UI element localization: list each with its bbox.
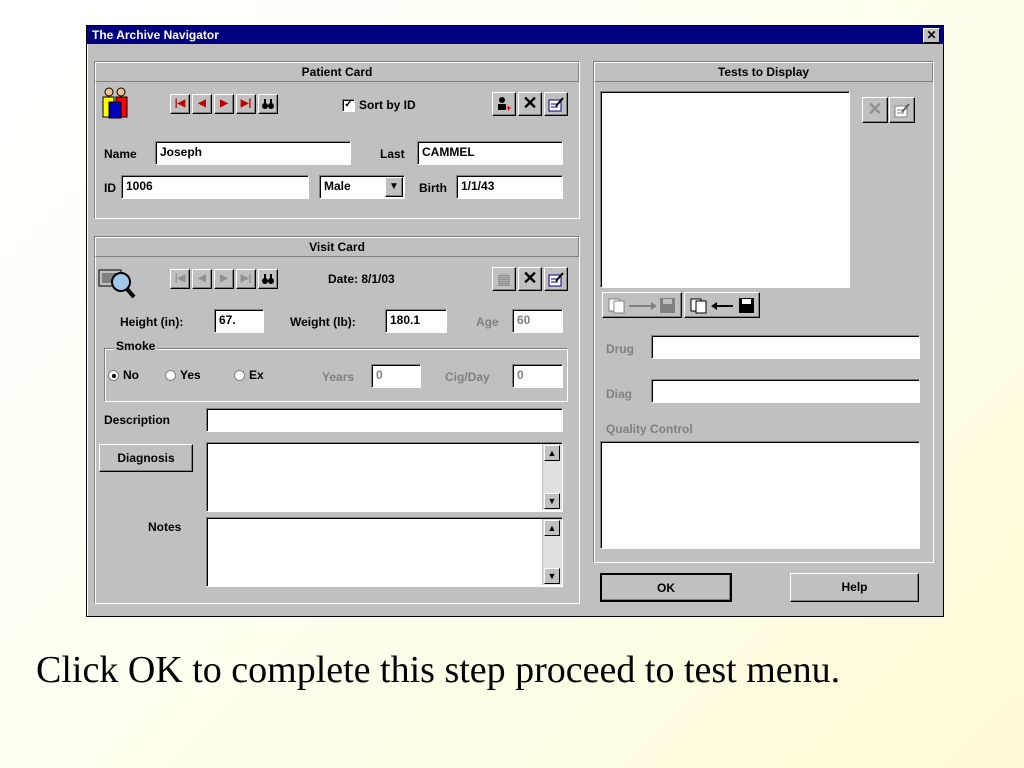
svg-text:+: + [506,103,511,112]
description-field[interactable] [206,408,563,432]
edit-patient-button[interactable] [544,92,568,116]
title-bar: The Archive Navigator ✕ [87,26,943,44]
binoculars-icon [262,274,274,284]
edit-visit-button[interactable] [544,267,568,291]
copy-to-disk-icon [608,298,675,314]
name-label-text: Name [104,147,137,161]
birth-label: Birth [419,181,447,195]
scroll-up-icon[interactable]: ▲ [544,520,560,536]
sex-select-value: Male [324,179,351,193]
add-visit-button[interactable]: ▤ [492,267,516,291]
delete-patient-button[interactable]: ✕ [518,92,542,116]
find-patient-button[interactable] [258,94,278,114]
years-field[interactable]: 0 [371,364,421,388]
drug-field[interactable] [651,335,920,359]
tests-edit-button[interactable] [889,97,915,123]
scroll-down-icon[interactable]: ▼ [544,493,560,509]
diagnosis-textarea[interactable] [206,442,563,512]
birth-field[interactable]: 1/1/43 [456,175,563,199]
copy-from-disk-icon [690,298,754,314]
smoke-label: Smoke [114,339,158,353]
id-label: ID [104,181,116,195]
archive-navigator-window: The Archive Navigator ✕ Patient Card |◀ … [86,25,944,617]
visit-card-header: Visit Card [95,237,579,257]
notes-label: Notes [148,520,182,534]
age-label: Age [476,315,499,329]
last-name-field[interactable]: CAMMEL [417,141,563,165]
slide-caption: Click OK to complete this step proceed t… [36,649,841,691]
tests-list[interactable] [600,91,850,288]
smoke-ex-radio[interactable] [234,370,245,381]
weight-field[interactable]: 180.1 [385,309,447,333]
notes-textarea[interactable] [206,517,563,587]
edit-note-icon [548,272,564,287]
tests-header: Tests to Display [594,62,933,82]
sex-dropdown-arrow-icon[interactable]: ▼ [385,177,403,197]
visit-last-button[interactable]: ▶| [236,269,256,289]
notes-scrollbar[interactable]: ▲ ▼ [542,519,562,585]
scroll-up-icon[interactable]: ▲ [544,445,560,461]
smoke-ex-label: Ex [249,368,264,382]
delete-visit-button[interactable]: ✕ [518,267,542,291]
visit-first-button[interactable]: |◀ [170,269,190,289]
visit-date: Date: 8/1/03 [328,272,395,286]
prev-record-button[interactable]: ◀ [192,94,212,114]
cig-per-day-label: Cig/Day [445,370,490,384]
description-label: Description [104,413,171,427]
diagnosis-scrollbar[interactable]: ▲ ▼ [542,444,562,510]
binoculars-icon [262,99,274,109]
last-record-button[interactable]: ▶| [236,94,256,114]
help-button[interactable]: Help [790,573,919,602]
cig-per-day-field[interactable]: 0 [512,364,563,388]
weight-label: Weight (lb): [290,315,356,329]
sort-by-id-checkbox[interactable]: ✓ [342,99,355,112]
copy-from-disk-button[interactable] [684,292,760,318]
add-patient-button[interactable]: + [492,92,516,116]
patient-icon [102,87,128,119]
height-label: Height (in): [120,315,184,329]
quality-control-label: Quality Control [606,422,693,436]
patient-card-header: Patient Card [95,62,579,82]
window-title: The Archive Navigator [92,28,219,42]
tests-delete-button[interactable]: ✕ [862,97,888,123]
drug-label: Drug [606,342,634,356]
visit-next-button[interactable]: ▶ [214,269,234,289]
edit-note-icon [894,103,910,118]
sort-by-id-label: Sort by ID [359,98,416,112]
visit-prev-button[interactable]: ◀ [192,269,212,289]
height-field[interactable]: 67. [214,309,264,333]
edit-note-icon [548,97,564,112]
smoke-yes-radio[interactable] [165,370,176,381]
diag-label: Diag [606,387,633,401]
smoke-yes-label: Yes [180,368,201,382]
id-field[interactable]: 1006 [121,175,309,199]
years-label: Years [322,370,355,384]
name-field[interactable]: Joseph [155,141,351,165]
next-record-button[interactable]: ▶ [214,94,234,114]
diag-field[interactable] [651,379,920,403]
first-record-button[interactable]: |◀ [170,94,190,114]
diagnosis-button[interactable]: Diagnosis [99,444,193,472]
visit-find-button[interactable] [258,269,278,289]
quality-control-list[interactable] [600,441,920,549]
scroll-down-icon[interactable]: ▼ [544,568,560,584]
name-label: Name [104,147,137,161]
smoke-no-radio[interactable] [108,370,119,381]
copy-to-disk-button[interactable] [602,292,682,318]
ok-button[interactable]: OK [600,573,732,602]
add-person-icon: + [498,97,511,113]
visit-magnifier-icon [98,269,136,299]
close-button[interactable]: ✕ [923,28,940,43]
last-label: Last [380,147,405,161]
age-field[interactable]: 60 [512,309,563,333]
smoke-no-label: No [123,368,139,382]
